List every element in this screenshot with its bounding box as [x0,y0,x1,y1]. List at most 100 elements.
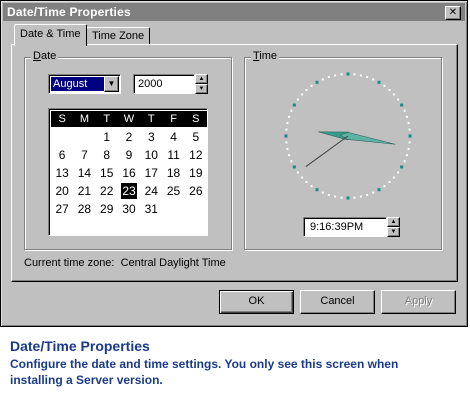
calendar-day[interactable]: 16 [118,164,140,182]
ok-button[interactable]: OK [219,290,294,314]
close-button[interactable]: ✕ [445,6,461,20]
month-dropdown-button[interactable]: ▼ [104,76,119,92]
clock-minute-mark [334,74,337,77]
clock-minute-mark [327,76,330,79]
clock-hour-mark [400,165,404,169]
clock-minute-mark [340,196,343,199]
calendar-day[interactable]: 11 [162,146,184,164]
time-value: 9:16:39PM [310,221,364,233]
calendar-day[interactable]: 1 [96,128,118,146]
calendar-day[interactable]: 19 [185,164,207,182]
calendar[interactable]: S M T W T F S 1 2 3 4 5 6 7 8 9 10 11 12 13 14 15 16 17 1… [48,108,208,236]
calendar-day[interactable]: 24 [140,182,162,200]
calendar-day[interactable]: 15 [96,164,118,182]
calendar-day[interactable]: 18 [162,164,184,182]
weekday-label: T [147,113,155,125]
caption-text: Configure the date and time settings. Yo… [10,357,399,387]
clock-minute-mark [327,193,330,196]
calendar-days: 1 2 3 4 5 6 7 8 9 10 11 12 13 14 15 16 17 18 19 20 21 22 23 24 2… [51,128,207,218]
calendar-day[interactable]: 2 [118,128,140,146]
time-zone-prefix: Current time zone: [24,257,115,269]
weekday-label: T [103,113,111,125]
clock-minute-mark [366,193,369,196]
calendar-day[interactable]: 9 [118,146,140,164]
calendar-day[interactable]: 27 [51,200,73,218]
clock-minute-mark [383,84,386,87]
clock-minute-mark [403,109,406,112]
calendar-day[interactable]: 26 [185,182,207,200]
calendar-day[interactable]: 13 [51,164,73,182]
clock-hour-mark [408,134,412,138]
calendar-day [51,128,73,146]
tab-date-and-time[interactable]: Date & Time [14,24,87,46]
calendar-day[interactable]: 30 [118,200,140,218]
clock-minute-mark [290,109,293,112]
year-input[interactable]: 2000 [133,74,195,94]
clock-minute-mark [405,115,408,118]
clock-minute-mark [397,98,400,101]
calendar-day[interactable]: 14 [73,164,95,182]
calendar-day[interactable]: 28 [73,200,95,218]
clock-hour-mark [377,188,381,192]
clock-minute-mark [305,181,308,184]
time-down-button[interactable]: ▼ [387,227,400,237]
calendar-day[interactable]: 31 [140,200,162,218]
chevron-down-icon: ▼ [107,79,116,88]
year-up-button[interactable]: ▲ [195,74,208,84]
clock-minute-mark [321,78,324,81]
clock-minute-mark [407,147,410,150]
calendar-day[interactable]: 10 [140,146,162,164]
calendar-day[interactable]: 7 [73,146,95,164]
clock-minute-mark [310,84,313,87]
calendar-day[interactable]: 8 [96,146,118,164]
calendar-day[interactable]: 17 [140,164,162,182]
year-value: 2000 [138,78,163,90]
time-spinner[interactable]: ▲ ▼ [387,217,400,237]
title-bar[interactable]: Date/Time Properties ✕ [3,3,465,21]
calendar-day[interactable]: 6 [51,146,73,164]
clock-minute-mark [372,191,375,194]
calendar-day[interactable]: 29 [96,200,118,218]
clock-minute-mark [403,160,406,163]
weekday-label: F [170,113,177,125]
clock-minute-mark [340,73,343,76]
calendar-day[interactable]: 4 [162,128,184,146]
clock-minute-mark [388,181,391,184]
time-input[interactable]: 9:16:39PM [303,217,387,237]
cancel-button[interactable]: Cancel [300,290,375,314]
clock-minute-mark [383,185,386,188]
clock-minute-mark [310,185,313,188]
clock-hour-mark [315,188,319,192]
year-spinner[interactable]: ▲ ▼ [195,74,208,94]
ok-button-label: OK [248,295,265,307]
clock-minute-mark [300,176,303,179]
arrow-down-icon: ▼ [390,229,397,235]
calendar-day[interactable]: 5 [185,128,207,146]
time-zone-name: Central Daylight Time [120,257,226,269]
clock-minute-mark [407,122,410,125]
weekday-label: M [79,113,89,125]
clock-minute-mark [359,195,362,198]
tab-time-zone[interactable]: Time Zone [86,27,151,44]
clock-second-hand [305,135,349,167]
calendar-day[interactable]: 22 [96,182,118,200]
month-value: August [51,77,105,91]
caption-title: Date/Time Properties [10,338,150,354]
time-up-button[interactable]: ▲ [387,217,400,227]
year-down-button[interactable]: ▼ [195,84,208,94]
calendar-day[interactable]: 23 [120,183,138,199]
calendar-day[interactable]: 20 [51,182,73,200]
clock-minute-mark [353,196,356,199]
calendar-day[interactable]: 12 [185,146,207,164]
time-group-label: Time [251,50,280,62]
clock-minute-mark [408,141,411,144]
calendar-day[interactable]: 3 [140,128,162,146]
calendar-day[interactable]: 21 [73,182,95,200]
clock-minute-mark [321,191,324,194]
arrow-down-icon: ▼ [198,86,205,92]
calendar-day[interactable]: 25 [162,182,184,200]
window-title: Date/Time Properties [7,5,131,19]
month-dropdown[interactable]: August ▼ [48,74,121,94]
apply-button[interactable]: Apply [381,290,456,314]
weekday-label: S [58,113,66,125]
